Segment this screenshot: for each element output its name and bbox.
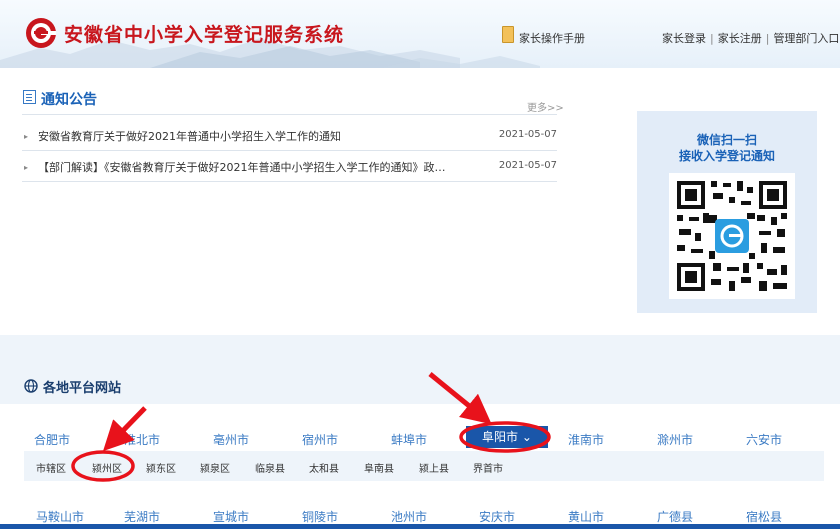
notice-item-title[interactable]: 安徽省教育厅关于做好2021年普通中小学招生入学工作的通知 bbox=[38, 128, 458, 144]
district-link-shixiaqu[interactable]: 市辖区 bbox=[36, 460, 66, 475]
district-link-jieshou[interactable]: 界首市 bbox=[473, 460, 503, 475]
site-logo-icon bbox=[26, 18, 56, 48]
city-link-tongling[interactable]: 铜陵市 bbox=[280, 508, 360, 525]
city-link-luan[interactable]: 六安市 bbox=[724, 431, 804, 448]
city-link-huainan[interactable]: 淮南市 bbox=[546, 431, 626, 448]
city-link-hefei[interactable]: 合肥市 bbox=[12, 431, 92, 448]
bullet-icon: ▸ bbox=[24, 163, 29, 172]
notice-item[interactable]: ▸ 安徽省教育厅关于做好2021年普通中小学招生入学工作的通知 2021-05-… bbox=[22, 126, 557, 146]
city-link-bozhou[interactable]: 亳州市 bbox=[191, 431, 271, 448]
city-link-guangde[interactable]: 广德县 bbox=[635, 508, 715, 525]
wechat-line2: 接收入学登记通知 bbox=[678, 149, 775, 163]
notice-item[interactable]: ▸ 【部门解读】《安徽省教育厅关于做好2021年普通中小学招生入学工作的通知》政… bbox=[22, 157, 557, 177]
city-link-huaibei[interactable]: 淮北市 bbox=[102, 431, 182, 448]
parent-manual-link[interactable]: 家长操作手册 bbox=[519, 30, 585, 46]
notice-item-date: 2021-05-07 bbox=[498, 160, 557, 171]
district-link-taihe[interactable]: 太和县 bbox=[309, 460, 339, 475]
book-icon[interactable] bbox=[502, 26, 514, 43]
notice-item-title[interactable]: 【部门解读】《安徽省教育厅关于做好2021年普通中小学招生入学工作的通知》政… bbox=[38, 159, 458, 175]
parent-register-link[interactable]: 家长注册 bbox=[718, 32, 762, 45]
city-link-maanshan[interactable]: 马鞍山市 bbox=[20, 508, 100, 525]
admin-entry-link[interactable]: 管理部门入口 bbox=[773, 32, 839, 45]
divider bbox=[22, 150, 557, 151]
city-link-anqing[interactable]: 安庆市 bbox=[457, 508, 537, 525]
city-link-xuancheng[interactable]: 宣城市 bbox=[191, 508, 271, 525]
site-header: 安徽省中小学入学登记服务系统 家长操作手册 家长登录 | 家长注册 | 管理部门入口 bbox=[0, 0, 840, 68]
divider bbox=[22, 181, 557, 182]
district-link-yingzhou[interactable]: 颍州区 bbox=[92, 460, 122, 475]
wechat-box: 微信扫一扫 接收入学登记通知 bbox=[637, 111, 817, 313]
district-link-linquan[interactable]: 临泉县 bbox=[255, 460, 285, 475]
bottom-bar bbox=[0, 524, 840, 529]
district-link-yingquan[interactable]: 颍泉区 bbox=[200, 460, 230, 475]
city-link-wuhu[interactable]: 芜湖市 bbox=[102, 508, 182, 525]
top-nav: 家长登录 | 家长注册 | 管理部门入口 bbox=[662, 30, 839, 46]
notice-title: 通知公告 bbox=[41, 92, 97, 108]
globe-icon bbox=[24, 379, 38, 393]
city-link-bengbu[interactable]: 蚌埠市 bbox=[369, 431, 449, 448]
nav-separator: | bbox=[710, 32, 714, 45]
city-link-chizhou[interactable]: 池州市 bbox=[369, 508, 449, 525]
city-link-susong[interactable]: 宿松县 bbox=[724, 508, 804, 525]
qr-code-icon bbox=[669, 173, 795, 299]
bullet-icon: ▸ bbox=[24, 132, 29, 141]
city-link-fuyang-active[interactable]: 阜阳市 ⌄ bbox=[466, 426, 548, 448]
notice-item-date: 2021-05-07 bbox=[498, 129, 557, 140]
parent-login-link[interactable]: 家长登录 bbox=[662, 32, 706, 45]
platform-header bbox=[0, 368, 840, 404]
district-link-funan[interactable]: 阜南县 bbox=[364, 460, 394, 475]
chevron-down-icon: ⌄ bbox=[521, 430, 532, 444]
more-link[interactable]: 更多>> bbox=[527, 99, 564, 114]
divider bbox=[22, 114, 557, 115]
platform-title: 各地平台网站 bbox=[43, 381, 122, 396]
city-link-huangshan[interactable]: 黄山市 bbox=[546, 508, 626, 525]
district-link-yingshang[interactable]: 颍上县 bbox=[419, 460, 449, 475]
notice-icon bbox=[23, 90, 36, 104]
city-link-chuzhou[interactable]: 滁州市 bbox=[635, 431, 715, 448]
nav-separator: | bbox=[765, 32, 770, 45]
active-city-label: 阜阳市 bbox=[482, 430, 519, 444]
district-link-yingdong[interactable]: 颍东区 bbox=[146, 460, 176, 475]
site-title[interactable]: 安徽省中小学入学登记服务系统 bbox=[64, 20, 344, 47]
wechat-line1: 微信扫一扫 bbox=[696, 133, 757, 147]
city-link-suzhou[interactable]: 宿州市 bbox=[280, 431, 360, 448]
